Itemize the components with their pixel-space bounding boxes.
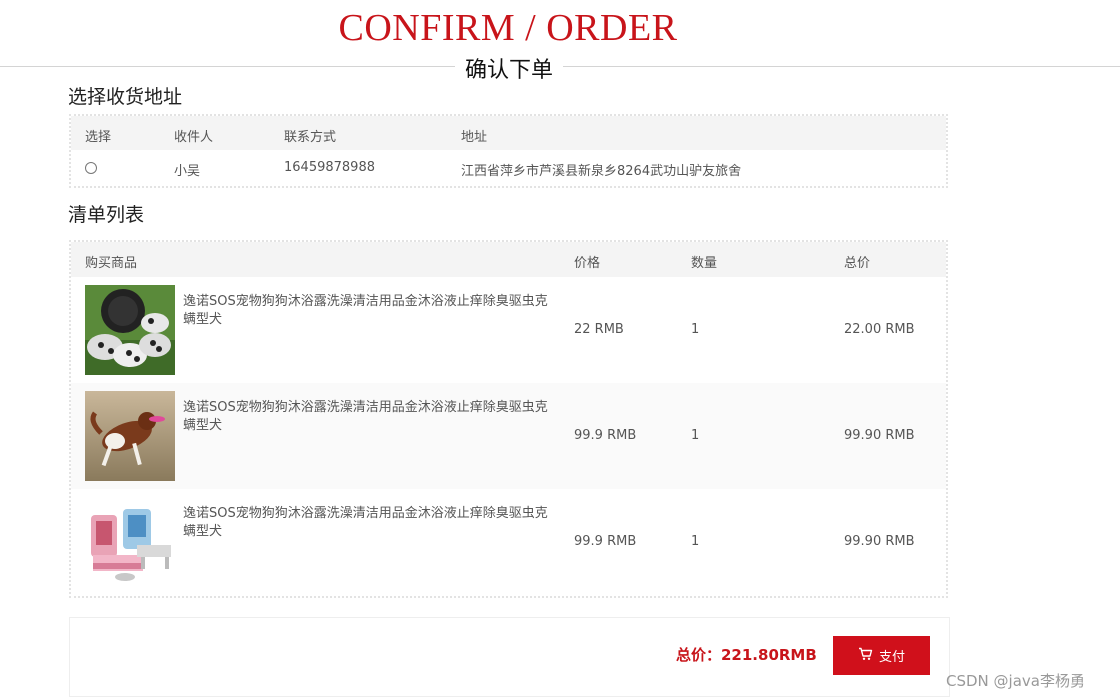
checkout-bar <box>69 617 950 697</box>
pet-bed-photo <box>85 497 175 587</box>
table-row: 逸诺SOS宠物狗狗沐浴露洗澡清洁用品金沐浴液止痒除臭驱虫克螨型犬 99.9 RM… <box>71 383 946 489</box>
product-price: 99.9 RMB <box>574 428 637 443</box>
product-total: 99.90 RMB <box>844 428 915 443</box>
col-select: 选择 <box>85 130 112 145</box>
product-name[interactable]: 逸诺SOS宠物狗狗沐浴露洗澡清洁用品金沐浴液止痒除臭驱虫克螨型犬 <box>183 293 553 329</box>
address-table: 选择 收件人 联系方式 地址 小吴 16459878988 江西省萍乡市芦溪县新… <box>69 114 948 188</box>
cart-icon <box>858 647 873 665</box>
page-title-cn: 确认下单 <box>455 52 564 84</box>
col-product: 购买商品 <box>85 256 138 271</box>
product-total: 22.00 RMB <box>844 322 915 337</box>
table-row: 逸诺SOS宠物狗狗沐浴露洗澡清洁用品金沐浴液止痒除臭驱虫克螨型犬 22 RMB … <box>71 277 946 383</box>
page-title-en: CONFIRM / ORDER <box>338 7 678 49</box>
pay-button-label: 支付 <box>878 650 905 665</box>
order-list-table: 购买商品 价格 数量 总价 逸诺SOS宠物狗狗沐浴露洗澡清洁用品金沐浴液止痒除臭… <box>69 240 948 598</box>
col-qty: 数量 <box>691 256 718 271</box>
dog-shoes-photo <box>85 285 175 375</box>
product-total: 99.90 RMB <box>844 534 915 549</box>
watermark: CSDN @java李杨勇 <box>946 672 1085 690</box>
product-name[interactable]: 逸诺SOS宠物狗狗沐浴露洗澡清洁用品金沐浴液止痒除臭驱虫克螨型犬 <box>183 399 553 435</box>
product-qty: 1 <box>691 428 700 443</box>
dog-frisbee-photo <box>85 391 175 481</box>
address-section-title: 选择收货地址 <box>68 86 183 108</box>
address-text: 江西省萍乡市芦溪县新泉乡8264武功山驴友旅舍 <box>461 164 742 179</box>
product-price: 99.9 RMB <box>574 534 637 549</box>
col-recipient: 收件人 <box>174 130 214 145</box>
address-recipient: 小吴 <box>174 164 201 179</box>
table-row: 逸诺SOS宠物狗狗沐浴露洗澡清洁用品金沐浴液止痒除臭驱虫克螨型犬 99.9 RM… <box>71 489 946 595</box>
product-qty: 1 <box>691 534 700 549</box>
col-phone: 联系方式 <box>284 130 337 145</box>
product-name[interactable]: 逸诺SOS宠物狗狗沐浴露洗澡清洁用品金沐浴液止痒除臭驱虫克螨型犬 <box>183 505 553 541</box>
address-phone: 16459878988 <box>284 160 375 175</box>
grand-total: 总价：221.80RMB <box>676 646 817 664</box>
address-row[interactable]: 小吴 16459878988 江西省萍乡市芦溪县新泉乡8264武功山驴友旅舍 <box>71 150 946 186</box>
order-table-header: 购买商品 价格 数量 总价 <box>71 242 946 277</box>
col-address: 地址 <box>461 130 488 145</box>
product-price: 22 RMB <box>574 322 624 337</box>
pay-button[interactable]: 支付 <box>833 636 930 675</box>
col-total: 总价 <box>844 256 871 271</box>
list-section-title: 清单列表 <box>68 204 145 226</box>
col-price: 价格 <box>574 256 601 271</box>
address-table-header: 选择 收件人 联系方式 地址 <box>71 116 946 150</box>
address-radio[interactable] <box>85 162 97 174</box>
product-qty: 1 <box>691 322 700 337</box>
